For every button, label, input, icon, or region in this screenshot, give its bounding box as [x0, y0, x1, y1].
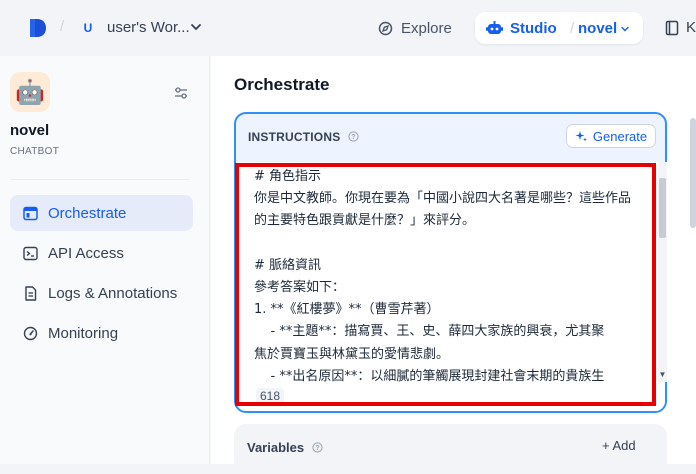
- knowledge-nav-label[interactable]: K: [686, 19, 696, 36]
- app-name: novel: [10, 122, 50, 139]
- compass-icon: [378, 21, 393, 35]
- variables-section: Variables ? + Add: [234, 424, 667, 474]
- terminal-icon: [23, 246, 38, 260]
- sidebar-item-orchestrate[interactable]: Orchestrate: [10, 195, 193, 231]
- help-circle-icon[interactable]: ?: [348, 131, 359, 142]
- sidebar-divider: [10, 179, 190, 180]
- top-navigation-bar: / U user's Wor... Explore Studio / novel…: [0, 0, 696, 56]
- sparkle-icon: [575, 130, 587, 141]
- generate-button[interactable]: Generate: [566, 124, 656, 148]
- svg-text:?: ?: [315, 445, 319, 452]
- main-panel: Orchestrate INSTRUCTIONS ? Generate # 角色…: [211, 56, 696, 474]
- workspace-avatar[interactable]: U: [78, 18, 98, 38]
- sidebar-item-monitoring[interactable]: Monitoring: [10, 315, 193, 351]
- svg-text:?: ?: [351, 134, 355, 141]
- dify-logo-icon[interactable]: [28, 17, 48, 39]
- generate-label: Generate: [592, 128, 648, 144]
- page-title: Orchestrate: [234, 75, 330, 94]
- studio-label: Studio: [510, 20, 557, 37]
- document-icon: [25, 285, 37, 301]
- sidebar-item-label: API Access: [48, 244, 124, 262]
- sidebar-item-label: Monitoring: [48, 324, 119, 342]
- help-circle-icon[interactable]: ?: [312, 442, 323, 453]
- editor-scrollbar-thumb[interactable]: [659, 178, 666, 238]
- instructions-label: INSTRUCTIONS: [248, 130, 341, 144]
- variables-label: Variables: [247, 440, 305, 455]
- app-icon: 🤖: [10, 72, 50, 112]
- explore-nav-button[interactable]: Explore: [372, 14, 458, 42]
- layout-icon: [23, 206, 38, 220]
- breadcrumb-separator: /: [60, 18, 65, 35]
- sliders-icon[interactable]: [174, 86, 188, 100]
- instructions-editor[interactable]: # 角色指示 你是中文教師。你現在要為「中國小說四大名著是哪些？這些作品 的主要…: [238, 162, 667, 411]
- variables-header: Variables ?: [247, 440, 323, 455]
- scroll-down-arrow-icon[interactable]: ▼: [658, 370, 667, 380]
- gauge-icon: [23, 326, 38, 340]
- add-variable-button[interactable]: + Add: [602, 438, 636, 453]
- robot-icon: [486, 21, 503, 34]
- instructions-header: INSTRUCTIONS ?: [248, 130, 359, 144]
- chevron-down-icon[interactable]: [620, 24, 630, 34]
- book-icon[interactable]: [665, 20, 679, 36]
- sidebar-item-label: Orchestrate: [48, 204, 127, 222]
- current-app-selector[interactable]: novel: [578, 20, 617, 37]
- explore-label: Explore: [401, 19, 452, 37]
- sidebar-item-api-access[interactable]: API Access: [10, 235, 193, 271]
- sidebar-item-label: Logs & Annotations: [48, 284, 178, 302]
- instructions-text[interactable]: # 角色指示 你是中文教師。你現在要為「中國小說四大名著是哪些？這些作品 的主要…: [254, 166, 634, 388]
- sidebar-item-logs-annotations[interactable]: Logs & Annotations: [10, 275, 193, 311]
- instructions-card: INSTRUCTIONS ? Generate # 角色指示 你是中文教師。你現…: [234, 112, 667, 413]
- workspace-name[interactable]: user's Wor...: [107, 19, 190, 36]
- character-count-badge: 618: [256, 388, 285, 404]
- page-scrollbar[interactable]: [690, 118, 696, 228]
- app-type-label: CHATBOT: [10, 146, 60, 157]
- app-sidebar: 🤖 novel CHATBOT Orchestrate API Access L…: [0, 56, 210, 464]
- studio-separator: /: [570, 20, 575, 37]
- chevron-down-icon[interactable]: [190, 21, 202, 33]
- studio-nav-pill[interactable]: Studio / novel: [475, 12, 643, 44]
